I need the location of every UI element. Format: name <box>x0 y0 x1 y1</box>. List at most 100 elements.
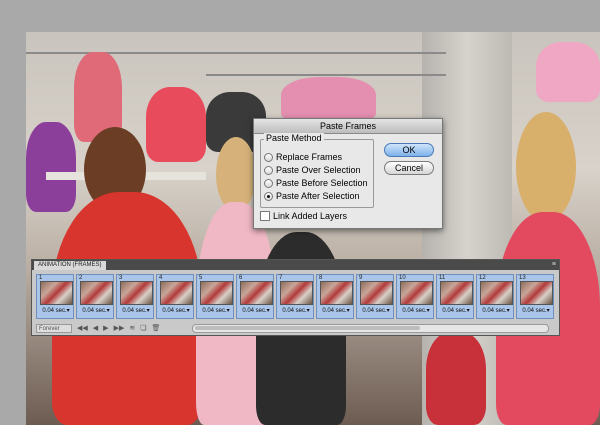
first-frame-icon[interactable]: ◀◀ <box>77 324 88 332</box>
animation-frame[interactable]: 7 0.04 sec.▾ <box>276 274 314 319</box>
play-icon[interactable]: ▶ <box>103 324 108 332</box>
chevron-down-icon: ▾ <box>146 308 150 314</box>
animation-frame[interactable]: 12 0.04 sec.▾ <box>476 274 514 319</box>
frame-thumbnail <box>200 281 233 305</box>
scrollbar-thumb[interactable] <box>195 326 420 330</box>
option-paste-after-selection[interactable]: Paste After Selection <box>264 190 360 202</box>
animation-frame[interactable]: 8 0.04 sec.▾ <box>316 274 354 319</box>
frame-thumbnail <box>160 281 193 305</box>
checkbox-icon[interactable] <box>260 211 270 221</box>
next-frame-icon[interactable]: ▶▶ <box>114 324 125 332</box>
option-label: Paste Before Selection <box>276 178 368 188</box>
option-paste-over-selection[interactable]: Paste Over Selection <box>264 164 361 176</box>
frame-delay-dropdown[interactable]: 0.04 sec.▾ <box>319 307 353 314</box>
option-label: Replace Frames <box>276 152 343 162</box>
frame-thumbnail <box>120 281 153 305</box>
purple-clothes <box>26 122 76 212</box>
loop-select[interactable]: Forever <box>36 323 72 333</box>
clothes-rail-2 <box>206 74 446 76</box>
striped-clothes <box>426 332 486 425</box>
frame-delay-value: 0.04 sec. <box>402 308 427 314</box>
frame-delay-dropdown[interactable]: 0.04 sec.▾ <box>359 307 393 314</box>
frame-thumbnail <box>80 281 113 305</box>
frame-delay-value: 0.04 sec. <box>442 308 467 314</box>
duplicate-frame-icon[interactable]: ❏ <box>140 324 146 332</box>
frame-delay-dropdown[interactable]: 0.04 sec.▾ <box>519 307 553 314</box>
frame-delay-value: 0.04 sec. <box>42 308 67 314</box>
tween-icon[interactable]: ≋ <box>129 324 135 332</box>
option-paste-before-selection[interactable]: Paste Before Selection <box>264 177 368 189</box>
chevron-down-icon: ▾ <box>426 308 430 314</box>
frame-delay-value: 0.04 sec. <box>202 308 227 314</box>
panel-menu-icon[interactable]: ≡ <box>552 261 556 269</box>
option-label: Paste Over Selection <box>276 165 361 175</box>
frame-delay-dropdown[interactable]: 0.04 sec.▾ <box>439 307 473 314</box>
frame-delay-dropdown[interactable]: 0.04 sec.▾ <box>399 307 433 314</box>
animation-frame[interactable]: 2 0.04 sec.▾ <box>76 274 114 319</box>
option-replace-frames[interactable]: Replace Frames <box>264 151 342 163</box>
frame-delay-dropdown[interactable]: 0.04 sec.▾ <box>479 307 513 314</box>
paste-method-label: Paste Method <box>264 133 324 143</box>
frame-delay-value: 0.04 sec. <box>242 308 267 314</box>
cancel-button[interactable]: Cancel <box>384 161 434 175</box>
animation-frame[interactable]: 4 0.04 sec.▾ <box>156 274 194 319</box>
pink-top-right <box>536 42 600 102</box>
ok-button[interactable]: OK <box>384 143 434 157</box>
chevron-down-icon: ▾ <box>186 308 190 314</box>
chevron-down-icon: ▾ <box>266 308 270 314</box>
frame-delay-value: 0.04 sec. <box>362 308 387 314</box>
radio-icon[interactable] <box>264 152 273 162</box>
frame-thumbnail <box>360 281 393 305</box>
animation-frame[interactable]: 9 0.04 sec.▾ <box>356 274 394 319</box>
frame-delay-dropdown[interactable]: 0.04 sec.▾ <box>159 307 193 314</box>
frame-scrollbar[interactable] <box>192 324 549 333</box>
frame-thumbnail <box>400 281 433 305</box>
link-added-layers-checkbox[interactable]: Link Added Layers <box>260 211 347 221</box>
frame-delay-value: 0.04 sec. <box>82 308 107 314</box>
tab-animation-frames[interactable]: ANIMATION (FRAMES) <box>34 261 106 270</box>
workspace-background <box>0 0 600 32</box>
animation-frame[interactable]: 5 0.04 sec.▾ <box>196 274 234 319</box>
chevron-down-icon: ▾ <box>466 308 470 314</box>
frame-delay-value: 0.04 sec. <box>522 308 547 314</box>
chevron-down-icon: ▾ <box>106 308 110 314</box>
prev-frame-icon[interactable]: ◀ <box>93 324 98 332</box>
frame-thumbnail <box>280 281 313 305</box>
chevron-down-icon: ▾ <box>66 308 70 314</box>
pink-shirts <box>281 77 376 122</box>
animation-frame[interactable]: 13 0.04 sec.▾ <box>516 274 554 319</box>
frame-thumbnail <box>520 281 553 305</box>
frame-thumbnail <box>240 281 273 305</box>
frame-thumbnail <box>480 281 513 305</box>
delete-frame-icon[interactable]: 🗑 <box>152 324 161 332</box>
frame-thumbnail <box>40 281 73 305</box>
frame-delay-dropdown[interactable]: 0.04 sec.▾ <box>279 307 313 314</box>
radio-icon[interactable] <box>264 178 273 188</box>
animation-panel: ANIMATION (FRAMES) ≡ 1 0.04 sec.▾ 2 0.04 se… <box>31 259 560 336</box>
radio-icon[interactable] <box>264 165 273 175</box>
chevron-down-icon: ▾ <box>226 308 230 314</box>
frame-delay-value: 0.04 sec. <box>482 308 507 314</box>
chevron-down-icon: ▾ <box>386 308 390 314</box>
frame-delay-dropdown[interactable]: 0.04 sec.▾ <box>239 307 273 314</box>
radio-selected-icon[interactable] <box>264 191 273 201</box>
animation-frame[interactable]: 3 0.04 sec.▾ <box>116 274 154 319</box>
animation-frame[interactable]: 10 0.04 sec.▾ <box>396 274 434 319</box>
chevron-down-icon: ▾ <box>546 308 550 314</box>
blonde-hair-right <box>516 112 576 222</box>
animation-frame[interactable]: 6 0.04 sec.▾ <box>236 274 274 319</box>
animation-frame[interactable]: 11 0.04 sec.▾ <box>436 274 474 319</box>
frame-delay-dropdown[interactable]: 0.04 sec.▾ <box>79 307 113 314</box>
frame-thumbnail <box>440 281 473 305</box>
frame-thumbnail <box>320 281 353 305</box>
animation-frame[interactable]: 1 0.04 sec.▾ <box>36 274 74 319</box>
checkbox-label: Link Added Layers <box>273 211 348 221</box>
option-label: Paste After Selection <box>276 191 360 201</box>
frame-delay-dropdown[interactable]: 0.04 sec.▾ <box>199 307 233 314</box>
frame-delay-value: 0.04 sec. <box>122 308 147 314</box>
frame-strip: 1 0.04 sec.▾ 2 0.04 sec.▾ 3 0.04 sec.▾ 4 0.04 s… <box>36 274 556 320</box>
frame-delay-dropdown[interactable]: 0.04 sec.▾ <box>39 307 73 314</box>
paste-frames-dialog: Paste Frames Paste Method Replace Frames… <box>253 118 443 229</box>
panel-header: ANIMATION (FRAMES) ≡ <box>32 260 559 270</box>
frame-delay-dropdown[interactable]: 0.04 sec.▾ <box>119 307 153 314</box>
